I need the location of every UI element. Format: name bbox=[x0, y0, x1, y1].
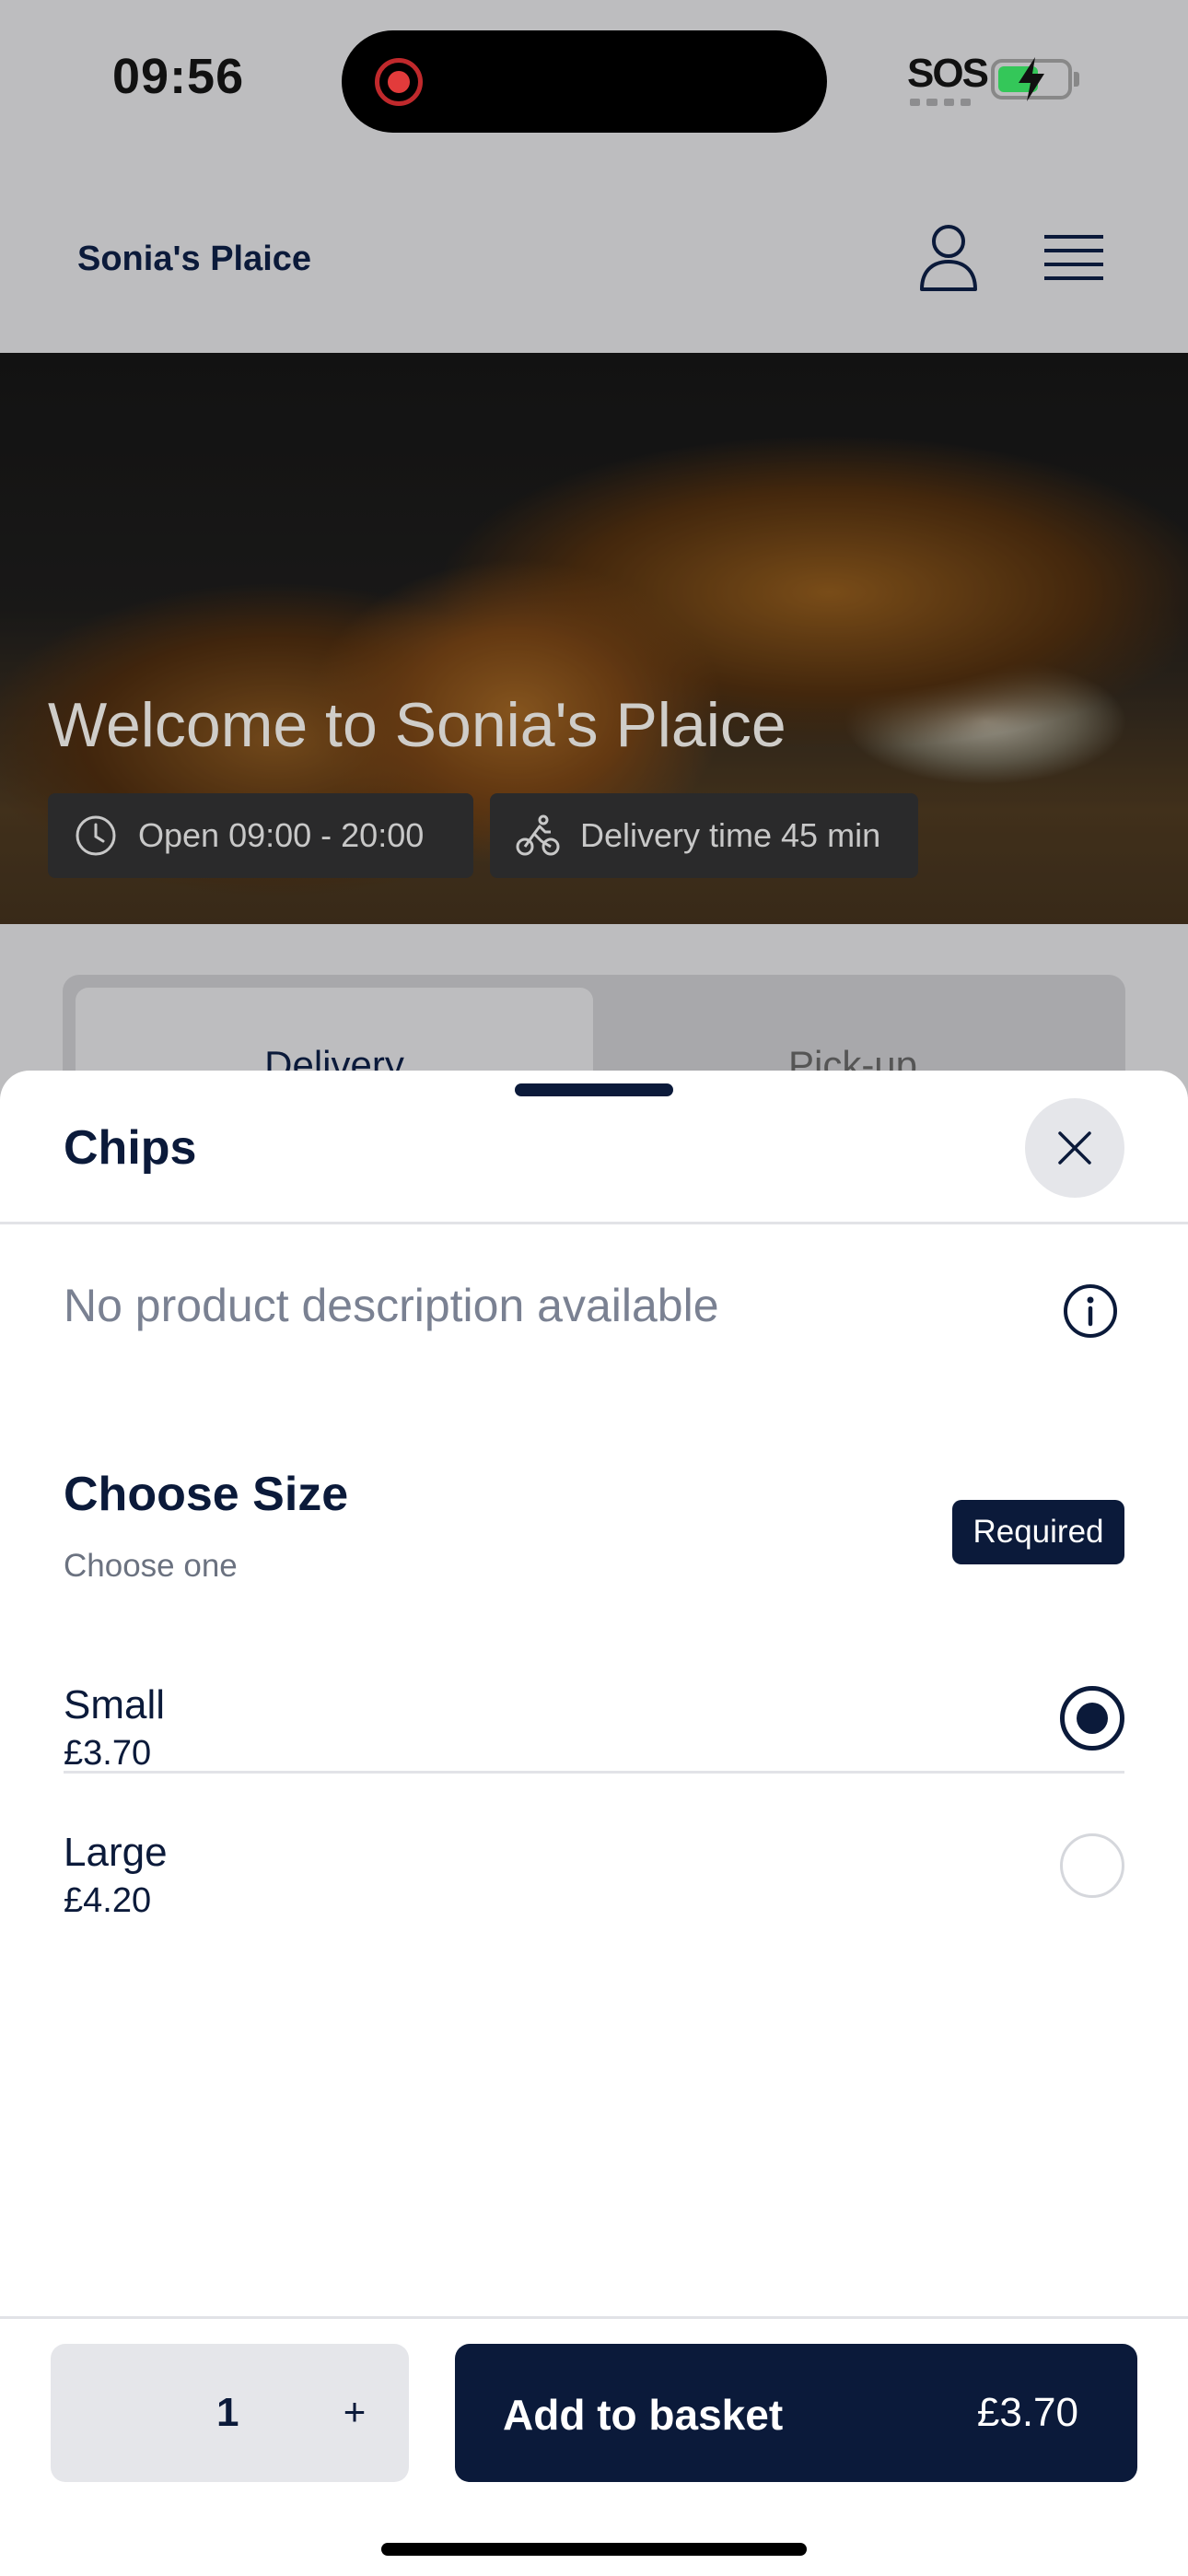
sheet-divider bbox=[0, 1222, 1188, 1224]
hero-title: Welcome to Sonia's Plaice bbox=[48, 690, 786, 760]
option-name: Large bbox=[64, 1830, 168, 1875]
option-group-subtitle: Choose one bbox=[64, 1548, 238, 1584]
option-group-title: Choose Size bbox=[64, 1468, 349, 1521]
site-header: Sonia's Plaice bbox=[0, 166, 1188, 353]
increment-button[interactable]: + bbox=[327, 2384, 382, 2440]
cyclist-icon bbox=[516, 814, 560, 856]
add-to-basket-button[interactable]: Add to basket £3.70 bbox=[455, 2344, 1137, 2482]
opening-hours-text: Open 09:00 - 20:00 bbox=[138, 816, 425, 854]
size-option-large[interactable]: Large £4.20 bbox=[64, 1798, 1124, 1943]
close-button[interactable] bbox=[1025, 1098, 1124, 1198]
signal-dots-icon bbox=[910, 99, 971, 106]
home-indicator[interactable] bbox=[381, 2543, 807, 2556]
carrier-status: SOS bbox=[907, 51, 989, 96]
clock-icon bbox=[76, 815, 116, 856]
battery-nub bbox=[1074, 72, 1079, 87]
brand-name[interactable]: Sonia's Plaice bbox=[77, 240, 311, 279]
product-sheet: Chips No product description available C… bbox=[0, 1071, 1188, 2576]
status-bar: 09:56 SOS bbox=[0, 0, 1188, 166]
option-divider bbox=[64, 1771, 1124, 1774]
dynamic-island bbox=[342, 30, 827, 133]
opening-hours-chip: Open 09:00 - 20:00 bbox=[48, 793, 473, 878]
footer-divider bbox=[0, 2316, 1188, 2319]
charging-bolt-icon bbox=[1019, 57, 1044, 101]
option-price: £3.70 bbox=[64, 1734, 152, 1773]
delivery-time-chip: Delivery time 45 min bbox=[490, 793, 918, 878]
menu-icon[interactable] bbox=[1042, 232, 1105, 286]
size-option-small[interactable]: Small £3.70 bbox=[64, 1651, 1124, 1796]
product-description: No product description available bbox=[64, 1280, 719, 1331]
delivery-time-text: Delivery time 45 min bbox=[580, 816, 881, 854]
radio-selected[interactable] bbox=[1060, 1686, 1124, 1751]
option-price: £4.20 bbox=[64, 1881, 152, 1920]
close-icon bbox=[1058, 1131, 1091, 1165]
quantity-value: 1 bbox=[216, 2390, 239, 2435]
product-title: Chips bbox=[64, 1121, 197, 1175]
option-name: Small bbox=[64, 1682, 166, 1727]
required-badge: Required bbox=[952, 1500, 1124, 1564]
info-icon[interactable] bbox=[1062, 1282, 1119, 1340]
user-icon[interactable] bbox=[918, 223, 979, 293]
screen-recording-icon bbox=[375, 58, 423, 106]
quantity-stepper: 1 + bbox=[51, 2344, 409, 2482]
hero-banner: Welcome to Sonia's Plaice Open 09:00 - 2… bbox=[0, 353, 1188, 924]
sheet-grabber[interactable] bbox=[515, 1083, 673, 1096]
radio-unselected[interactable] bbox=[1060, 1833, 1124, 1898]
add-to-basket-label: Add to basket bbox=[503, 2391, 784, 2439]
basket-total: £3.70 bbox=[976, 2390, 1078, 2435]
status-time: 09:56 bbox=[112, 49, 245, 104]
